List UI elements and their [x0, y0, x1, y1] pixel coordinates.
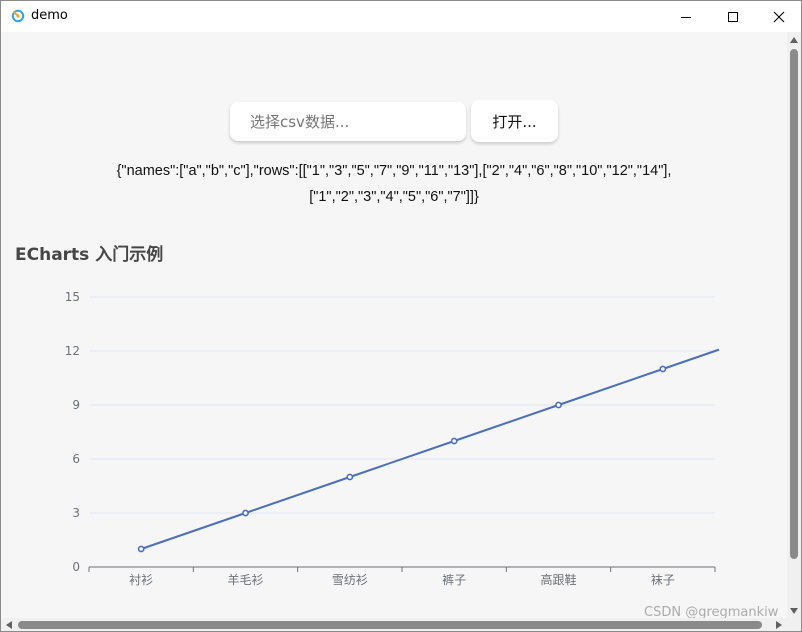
x-tick-label: 衬衫 — [129, 573, 153, 587]
y-tick-label: 15 — [65, 290, 80, 304]
data-point — [450, 437, 458, 445]
close-button[interactable] — [756, 1, 801, 32]
y-tick-label: 0 — [72, 560, 80, 574]
scroll-down-arrow-icon[interactable] — [790, 608, 798, 614]
data-point — [659, 365, 667, 373]
y-tick-label: 3 — [72, 506, 80, 520]
scrollbar-corner — [787, 618, 801, 631]
scroll-right-arrow-icon[interactable] — [776, 621, 782, 629]
y-tick-label: 6 — [72, 452, 80, 466]
data-point — [555, 401, 562, 409]
title-bar[interactable]: demo — [1, 1, 801, 32]
horizontal-scroll-thumb[interactable] — [18, 621, 762, 629]
window-title: demo — [31, 8, 68, 23]
horizontal-scrollbar[interactable] — [1, 618, 787, 631]
x-tick-label: 羊毛衫 — [227, 572, 263, 587]
series-line — [140, 348, 720, 550]
data-point — [242, 509, 249, 517]
maximize-icon — [728, 11, 738, 22]
minimize-button[interactable] — [663, 1, 709, 32]
scroll-left-arrow-icon[interactable] — [6, 621, 12, 629]
scroll-up-arrow-icon[interactable] — [790, 37, 798, 43]
x-tick-label: 裤子 — [442, 573, 466, 587]
maximize-button[interactable] — [710, 1, 756, 32]
data-point — [137, 545, 145, 553]
x-tick-label: 袜子 — [651, 573, 675, 587]
minimize-icon — [681, 16, 691, 18]
y-tick-label: 12 — [65, 344, 80, 358]
main-content: 打开... {"names":["a","b","c"],"rows":[["1… — [1, 32, 787, 619]
csdn-watermark: CSDN @gregmankiw — [644, 605, 779, 619]
line-chart: 0 3 6 9 12 15 衬衫 羊毛衫 雪纺衫 裤子 高跟鞋 袜子 — [65, 290, 720, 587]
x-tick-label: 雪纺衫 — [332, 573, 368, 587]
x-tick-label: 高跟鞋 — [540, 572, 576, 587]
app-logo-icon — [11, 9, 25, 23]
close-icon — [773, 11, 785, 22]
data-point — [346, 473, 354, 481]
app-window: demo 打开... {"names":["a","b","c"],"rows"… — [0, 0, 802, 632]
vertical-scroll-thumb[interactable] — [790, 49, 798, 559]
y-tick-label: 9 — [72, 398, 80, 412]
vertical-scrollbar[interactable] — [787, 32, 801, 619]
